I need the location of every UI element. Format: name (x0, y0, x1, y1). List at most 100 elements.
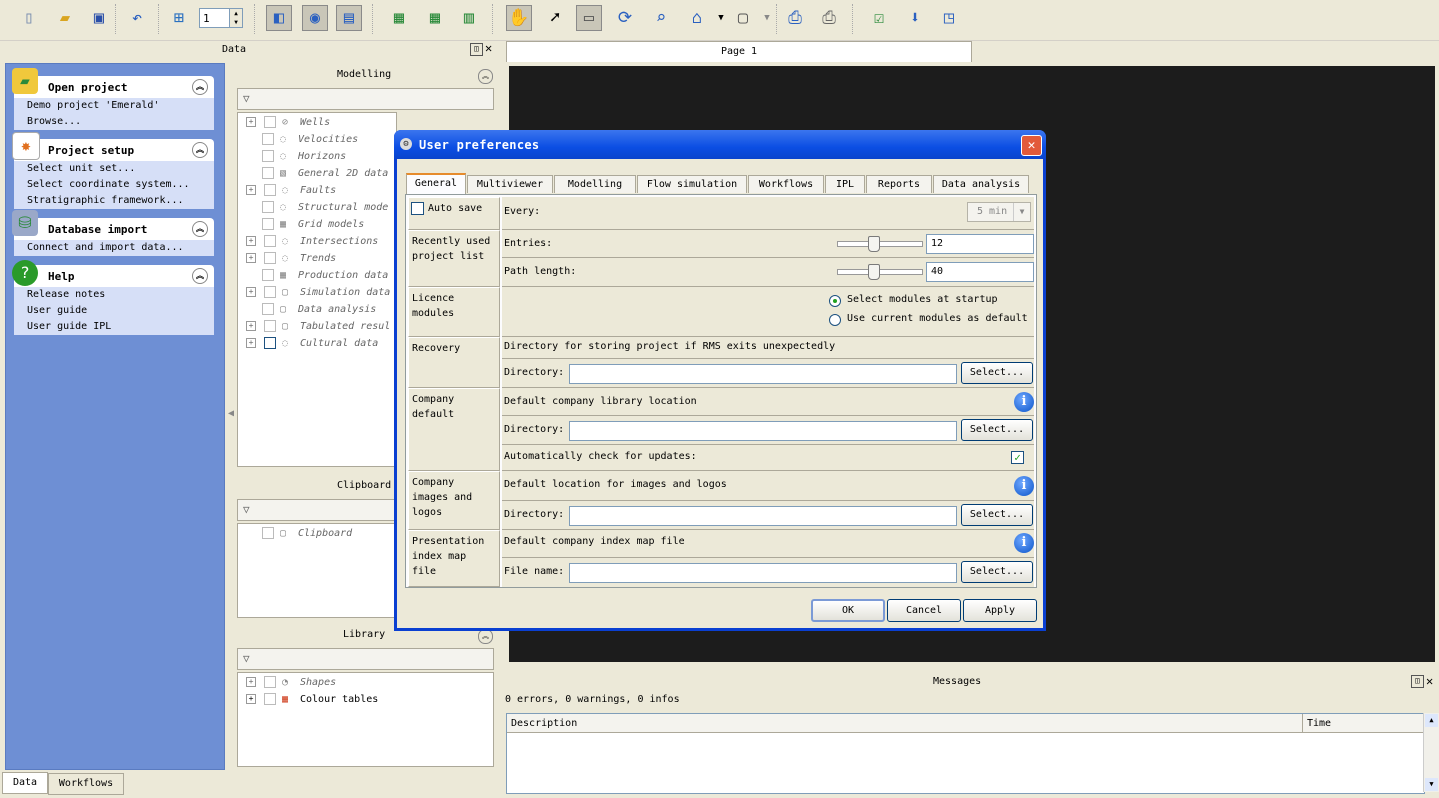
tab-multiviewer[interactable]: Multiviewer (467, 175, 553, 193)
messages-view-icon[interactable]: ▤ (336, 5, 362, 31)
collapse-icon[interactable]: ︽ (192, 268, 208, 284)
install-icon[interactable]: ⬇ (902, 5, 928, 31)
spin-up-icon[interactable]: ▲ (229, 9, 242, 18)
expand-icon[interactable] (246, 152, 254, 160)
slider-thumb[interactable] (868, 264, 880, 280)
close-icon[interactable]: ✕ (1021, 135, 1042, 156)
radio-current-modules[interactable] (829, 314, 841, 326)
print-icon[interactable]: ⎙ (816, 5, 842, 31)
link-user-guide-ipl[interactable]: User guide IPL (14, 319, 214, 335)
grid-icon[interactable]: ▦ (386, 5, 412, 31)
tree-checkbox[interactable] (262, 133, 274, 145)
help-header[interactable]: Help ︽ (14, 265, 214, 287)
link-browse[interactable]: Browse... (14, 114, 214, 130)
modelling-collapse-icon[interactable]: ︽ (478, 69, 493, 84)
tree-layout-icon[interactable]: ⊞ (166, 5, 192, 31)
tree-item[interactable]: + ▢ Simulation data (246, 286, 390, 302)
tree-checkbox[interactable] (264, 252, 276, 264)
expand-icon[interactable]: + (246, 117, 256, 127)
tab-data-analysis[interactable]: Data analysis (933, 175, 1029, 193)
column-description[interactable]: Description (507, 714, 1303, 733)
tree-item[interactable]: ◌ Structural mode (246, 201, 388, 217)
expand-icon[interactable]: + (246, 287, 256, 297)
tree-item[interactable]: + ▢ Tabulated resul (246, 320, 390, 336)
presentation-filename-input[interactable] (569, 563, 957, 583)
column-time[interactable]: Time (1303, 714, 1424, 733)
close-panel-icon[interactable]: ✕ (485, 42, 492, 54)
tree-item-clipboard[interactable]: ▢ Clipboard (246, 527, 352, 543)
tab-ipl[interactable]: IPL (825, 175, 865, 193)
scroll-down-icon[interactable]: ▼ (1425, 778, 1438, 791)
tree-item[interactable]: + ⊘ Wells (246, 116, 330, 132)
link-release-notes[interactable]: Release notes (14, 287, 214, 303)
expand-icon[interactable]: + (246, 338, 256, 348)
tab-data[interactable]: Data (2, 772, 48, 794)
tree-item[interactable]: + ◌ Faults (246, 184, 336, 200)
spin-down-icon[interactable]: ▼ (229, 18, 242, 27)
float-panel-icon[interactable]: ◫ (470, 43, 483, 56)
tree-checkbox[interactable] (262, 167, 274, 179)
add-window-icon[interactable]: ◳ (936, 5, 962, 31)
entries-slider[interactable] (837, 236, 923, 252)
close-panel-icon[interactable]: ✕ (1426, 674, 1433, 688)
expand-icon[interactable] (246, 271, 254, 279)
tab-modelling[interactable]: Modelling (554, 175, 636, 193)
filter-icon[interactable]: ▽ (243, 503, 250, 516)
expand-icon[interactable]: + (246, 185, 256, 195)
autosave-checkbox[interactable] (411, 202, 424, 215)
images-select-button[interactable]: Select... (961, 504, 1033, 526)
zoom-icon[interactable]: ⌕ (648, 5, 674, 31)
presentation-select-button[interactable]: Select... (961, 561, 1033, 583)
expand-icon[interactable] (246, 203, 254, 211)
entries-input[interactable]: 12 (926, 234, 1034, 254)
tab-reports[interactable]: Reports (866, 175, 932, 193)
link-stratigraphic-framework[interactable]: Stratigraphic framework... (14, 193, 214, 209)
tree-item[interactable]: ▧ General 2D data (246, 167, 388, 183)
database-import-header[interactable]: Database import ︽ (14, 218, 214, 240)
company-select-button[interactable]: Select... (961, 419, 1033, 441)
recovery-select-button[interactable]: Select... (961, 362, 1033, 384)
link-select-coordinate-system[interactable]: Select coordinate system... (14, 177, 214, 193)
window-count-spinner[interactable]: 1 ▲ ▼ (199, 8, 243, 28)
save-icon[interactable]: ▣ (86, 5, 112, 31)
tree-item[interactable]: ▢ Data analysis (246, 303, 376, 319)
tree-item[interactable]: ◌ Velocities (246, 133, 358, 149)
undo-icon[interactable]: ↶ (124, 5, 150, 31)
expand-icon[interactable]: + (246, 321, 256, 331)
chevron-down-icon[interactable]: ▼ (1013, 203, 1030, 221)
collapse-icon[interactable]: ︽ (192, 142, 208, 158)
tree-checkbox[interactable] (264, 116, 276, 128)
dialog-title-bar[interactable]: ⚙ User preferences ✕ (394, 130, 1046, 159)
cancel-button[interactable]: Cancel (887, 599, 961, 622)
tree-item-shapes[interactable]: + ◔ Shapes (246, 676, 336, 692)
collapse-side-icon[interactable]: ◀ (228, 408, 234, 419)
tree-item[interactable]: + ◌ Trends (246, 252, 336, 268)
tree-item[interactable]: + ◌ Cultural data (246, 337, 378, 353)
auto-check-checkbox[interactable]: ✓ (1011, 451, 1024, 464)
expand-icon[interactable] (246, 220, 254, 228)
tab-flow-simulation[interactable]: Flow simulation (637, 175, 747, 193)
apply-button[interactable]: Apply (963, 599, 1037, 622)
tree-checkbox[interactable] (264, 337, 276, 349)
info-icon[interactable]: i (1014, 533, 1034, 553)
path-length-slider[interactable] (837, 264, 923, 280)
select-tool-icon[interactable]: ▭ (576, 5, 602, 31)
tree-checkbox[interactable] (262, 150, 274, 162)
library-collapse-icon[interactable]: ︽ (478, 629, 493, 644)
checklist-icon[interactable]: ☑ (866, 5, 892, 31)
scroll-up-icon[interactable]: ▲ (1425, 714, 1438, 727)
new-file-icon[interactable]: ▯ (16, 5, 42, 31)
pointer-icon[interactable]: ➚ (542, 5, 568, 31)
add-grid-icon[interactable]: ▦ (422, 5, 448, 31)
tree-checkbox[interactable] (262, 201, 274, 213)
chart-icon[interactable]: ▥ (456, 5, 482, 31)
home-view-icon[interactable]: ⌂ (684, 5, 710, 31)
page-tab[interactable]: Page 1 (506, 41, 972, 62)
recovery-directory-input[interactable] (569, 364, 957, 384)
info-icon[interactable]: i (1014, 476, 1034, 496)
radio-select-modules[interactable] (829, 295, 841, 307)
info-icon[interactable]: i (1014, 392, 1034, 412)
tab-workflows[interactable]: Workflows (48, 773, 124, 795)
tree-checkbox[interactable] (264, 320, 276, 332)
link-connect-import[interactable]: Connect and import data... (14, 240, 214, 256)
